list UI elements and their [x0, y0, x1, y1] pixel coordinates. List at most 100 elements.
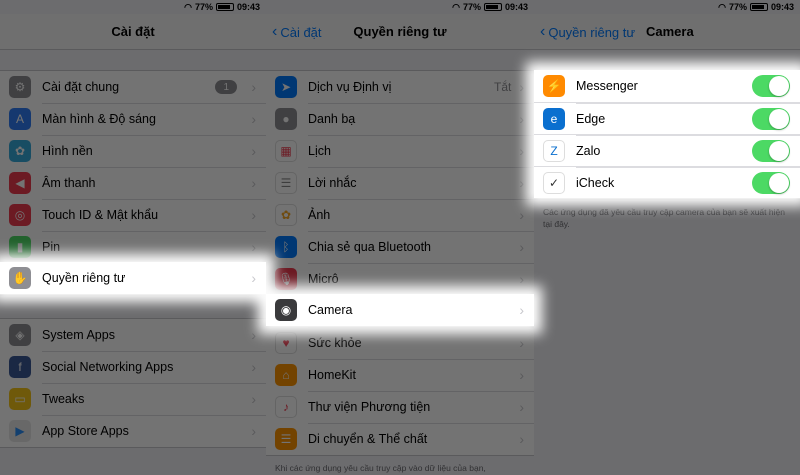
list-item-label: Quyền riêng tư	[42, 271, 126, 285]
list-item[interactable]: ▶ App Store Apps ›	[0, 415, 266, 447]
chevron-right-icon: ›	[251, 359, 256, 375]
nav-bar: ‹ Cài đặt Quyền riêng tư	[266, 14, 534, 50]
chevron-right-icon: ›	[519, 79, 524, 95]
bluetooth-icon: ᛒ	[275, 236, 297, 258]
chevron-right-icon: ›	[251, 239, 256, 255]
chevron-right-icon: ›	[251, 111, 256, 127]
list-item[interactable]: ⌂ HomeKit ›	[266, 359, 534, 391]
chevron-right-icon: ›	[519, 431, 524, 447]
microphone-icon: 🎙	[275, 268, 297, 290]
chevron-right-icon: ›	[251, 79, 256, 95]
page-title: Camera	[646, 24, 694, 39]
list-item[interactable]: ✿ Hình nền ›	[0, 135, 266, 167]
back-button[interactable]: ‹ Quyền riêng tư	[540, 14, 635, 50]
list-item-label: Touch ID & Mật khẩu	[42, 208, 159, 222]
home-icon: ⌂	[275, 364, 297, 386]
list-item[interactable]: ◀ Âm thanh ›	[0, 167, 266, 199]
settings-panel: ◠ 77% 09:43 Cài đặt ⚙ Cài đặt chung 1 › A Màn…	[0, 0, 266, 475]
list-item[interactable]: A Màn hình & Độ sáng ›	[0, 103, 266, 135]
list-item-label: Di chuyển & Thể chất	[308, 432, 428, 446]
camera-access-toggle[interactable]	[752, 75, 790, 97]
calendar-icon: ▦	[275, 140, 297, 162]
list-item-label: Thư viện Phương tiện	[308, 400, 431, 414]
list-item[interactable]: ▦ Lịch ›	[266, 135, 534, 167]
list-item-label: Ảnh	[308, 208, 331, 222]
list-item[interactable]: ☰ Di chuyển & Thể chất ›	[266, 423, 534, 455]
list-item[interactable]: ⚡ Messenger	[534, 70, 800, 102]
privacy-list: ➤ Dịch vụ Định vị Tắt › ● Danh bạ › ▦ Lịch › ☰ Lời …	[266, 70, 534, 456]
list-item[interactable]: ☰ Lời nhắc ›	[266, 167, 534, 199]
facebook-icon: f	[9, 356, 31, 378]
apps-icon: ◈	[9, 324, 31, 346]
notification-badge: 1	[215, 80, 238, 94]
highlight-camera-row: ◉ Camera ›	[266, 294, 534, 326]
battery-icon	[749, 3, 768, 11]
icheck-icon: ✓	[543, 171, 565, 194]
list-item[interactable]: 🎙 Micrô ›	[266, 263, 534, 295]
list-item[interactable]: ♪ Thư viện Phương tiện ›	[266, 391, 534, 423]
list-item[interactable]: ◈ System Apps ›	[0, 319, 266, 351]
list-item[interactable]: ➤ Dịch vụ Định vị Tắt ›	[266, 71, 534, 103]
list-item[interactable]: ✓ iCheck	[534, 166, 800, 198]
battery-percent: 77%	[194, 2, 213, 12]
list-item[interactable]: ▮ Pin ›	[0, 231, 266, 263]
list-item[interactable]: ● Danh bạ ›	[266, 103, 534, 135]
list-item-label: Micrô	[308, 272, 339, 286]
list-item-label: Hình nền	[42, 144, 93, 158]
list-item[interactable]: f Social Networking Apps ›	[0, 351, 266, 383]
list-item[interactable]: ✋ Quyền riêng tư ›	[0, 262, 266, 294]
list-item-detail: Tắt	[493, 80, 512, 94]
clock: 09:43	[504, 2, 528, 12]
battery-icon: ▮	[9, 236, 31, 258]
list-item[interactable]: ᛒ Chia sẻ qua Bluetooth ›	[266, 231, 534, 263]
highlight-camera-apps: ⚡ Messenger e Edge Z Zalo ✓ iCheck	[534, 70, 800, 198]
chevron-left-icon: ‹	[272, 23, 278, 40]
nav-bar: ‹ Quyền riêng tư Camera	[534, 14, 800, 50]
hand-icon: ✋	[9, 267, 31, 289]
camera-icon: ◉	[275, 299, 297, 321]
chevron-right-icon: ›	[519, 271, 524, 287]
list-item-label: Pin	[42, 240, 61, 254]
page-title: Cài đặt	[111, 24, 155, 39]
chevron-right-icon: ›	[251, 423, 256, 439]
clock: 09:43	[770, 2, 794, 12]
gear-icon: ⚙	[9, 76, 31, 98]
location-icon: ➤	[275, 76, 297, 98]
back-button[interactable]: ‹ Cài đặt	[272, 14, 322, 50]
list-item-label: HomeKit	[308, 368, 356, 382]
camera-access-toggle[interactable]	[752, 139, 790, 162]
list-item-label: Social Networking Apps	[42, 360, 174, 374]
list-item[interactable]: ▭ Tweaks ›	[0, 383, 266, 415]
chevron-right-icon: ›	[519, 302, 524, 318]
list-item-label: Sức khỏe	[308, 336, 362, 350]
list-item[interactable]: ♥ Sức khỏe ›	[266, 327, 534, 359]
appstore-icon: ▶	[9, 420, 31, 442]
page-title: Quyền riêng tư	[353, 24, 447, 39]
battery-percent: 77%	[462, 2, 481, 12]
privacy-panel: ◠ 77% 09:43 ‹ Cài đặt Quyền riêng tư ➤ Dị…	[266, 0, 534, 475]
music-icon: ♪	[275, 396, 297, 418]
messenger-icon: ⚡	[543, 75, 565, 97]
contacts-icon: ●	[275, 108, 297, 130]
list-item-label: App Store Apps	[42, 424, 129, 438]
status-bar: ◠ 77% 09:43	[0, 0, 266, 14]
fingerprint-icon: ◎	[9, 204, 31, 226]
camera-access-toggle[interactable]	[752, 171, 790, 194]
list-item-label: Messenger	[576, 79, 638, 93]
camera-access-toggle[interactable]	[752, 107, 790, 130]
camera-footer-text: Các ứng dụng đã yêu cầu truy cập camera …	[543, 207, 785, 230]
chevron-right-icon: ›	[519, 367, 524, 383]
wifi-icon: ◠	[718, 1, 726, 12]
list-item-label: Cài đặt chung	[42, 80, 120, 94]
list-item-label: Lời nhắc	[308, 176, 357, 190]
chevron-right-icon: ›	[251, 391, 256, 407]
list-item-label: Zalo	[576, 143, 601, 158]
list-item[interactable]: ⚙ Cài đặt chung 1 ›	[0, 71, 266, 103]
list-item[interactable]: ◉ Camera ›	[266, 294, 534, 326]
list-item[interactable]: e Edge	[534, 102, 800, 134]
list-item[interactable]: ◎ Touch ID & Mật khẩu ›	[0, 199, 266, 231]
motion-icon: ☰	[275, 428, 297, 450]
list-item[interactable]: Z Zalo	[534, 134, 800, 166]
status-bar: ◠ 77% 09:43	[266, 0, 534, 14]
list-item[interactable]: ✿ Ảnh ›	[266, 199, 534, 231]
